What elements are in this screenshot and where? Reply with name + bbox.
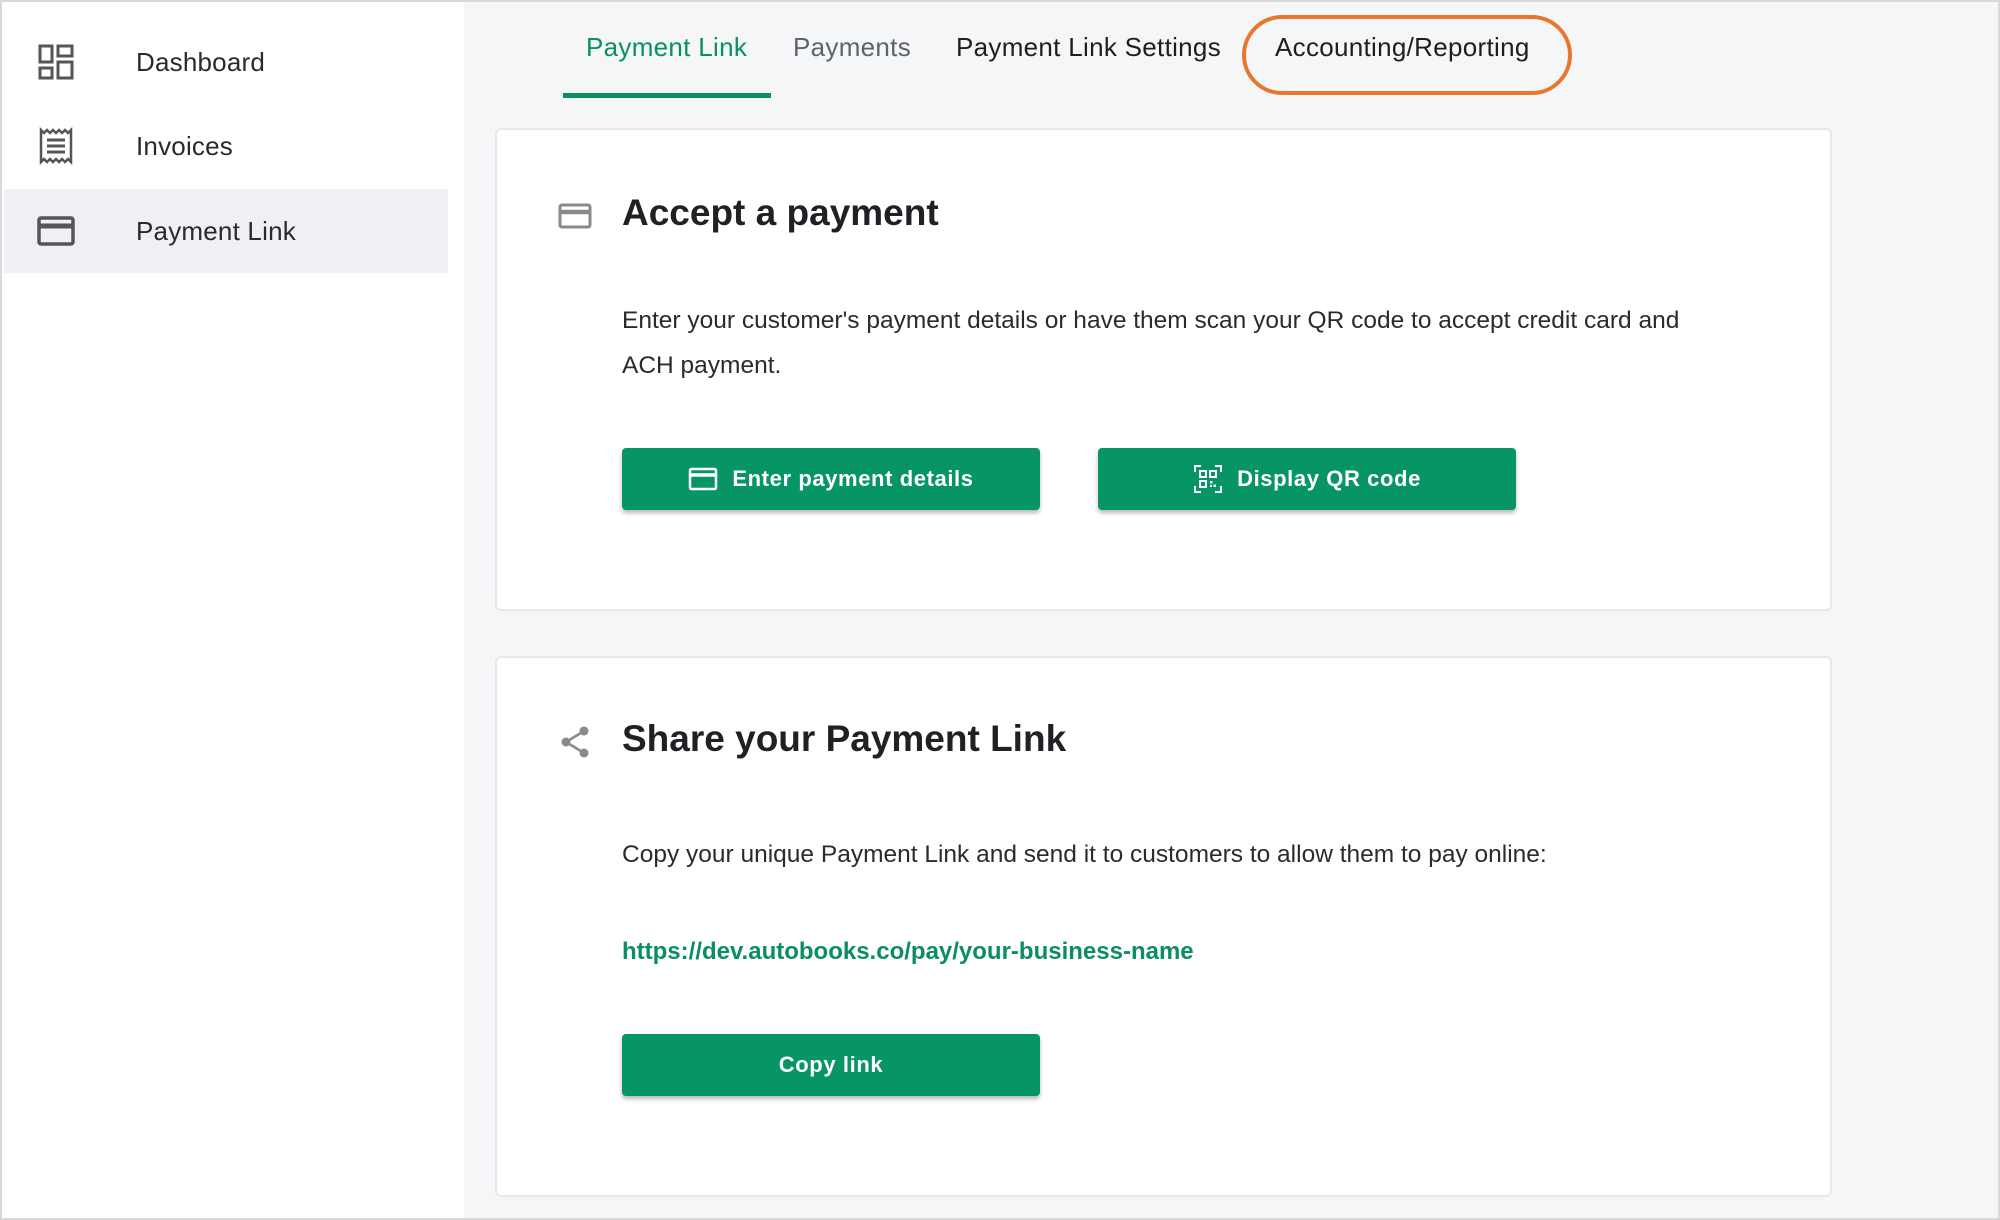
- card-title: Share your Payment Link: [622, 718, 1067, 759]
- receipt-icon: [36, 126, 76, 166]
- enter-payment-details-button[interactable]: Enter payment details: [622, 448, 1040, 510]
- credit-card-icon: [36, 211, 76, 251]
- card-description: Copy your unique Payment Link and send i…: [622, 841, 1547, 868]
- dashboard-icon: [36, 42, 76, 82]
- credit-card-icon: [557, 198, 593, 234]
- button-label: Display QR code: [1237, 466, 1421, 491]
- accept-payment-card: Accept a payment Enter your customer's p…: [495, 128, 1832, 611]
- sidebar: Dashboard Invoices Payment Link: [2, 2, 464, 1218]
- sidebar-item-invoices[interactable]: Invoices: [4, 104, 448, 188]
- tab-payment-link-settings[interactable]: Payment Link Settings: [956, 32, 1221, 72]
- share-icon: [557, 724, 593, 760]
- sidebar-item-dashboard[interactable]: Dashboard: [4, 20, 448, 104]
- button-label: Enter payment details: [732, 466, 974, 491]
- card-title: Accept a payment: [622, 192, 939, 233]
- share-payment-link-card: Share your Payment Link Copy your unique…: [495, 656, 1832, 1197]
- qr-code-icon: [1193, 464, 1223, 494]
- copy-link-button[interactable]: Copy link: [622, 1034, 1040, 1096]
- sidebar-item-label: Dashboard: [136, 46, 265, 77]
- tab-payments[interactable]: Payments: [793, 32, 911, 72]
- tab-payment-link[interactable]: Payment Link: [586, 32, 747, 72]
- app-frame: Dashboard Invoices Payment Link Payment …: [0, 0, 2000, 1220]
- payment-link-url[interactable]: https://dev.autobooks.co/pay/your-busine…: [622, 938, 1194, 966]
- sidebar-item-label: Invoices: [136, 130, 233, 161]
- display-qr-code-button[interactable]: Display QR code: [1098, 448, 1516, 510]
- highlight-annotation: [1242, 15, 1572, 95]
- credit-card-icon: [688, 464, 718, 494]
- button-label: Copy link: [778, 1052, 884, 1077]
- sidebar-item-label: Payment Link: [136, 215, 296, 246]
- card-description: Enter your customer's payment details or…: [622, 307, 1680, 379]
- sidebar-item-payment-link[interactable]: Payment Link: [4, 189, 448, 273]
- active-tab-indicator: [563, 93, 771, 98]
